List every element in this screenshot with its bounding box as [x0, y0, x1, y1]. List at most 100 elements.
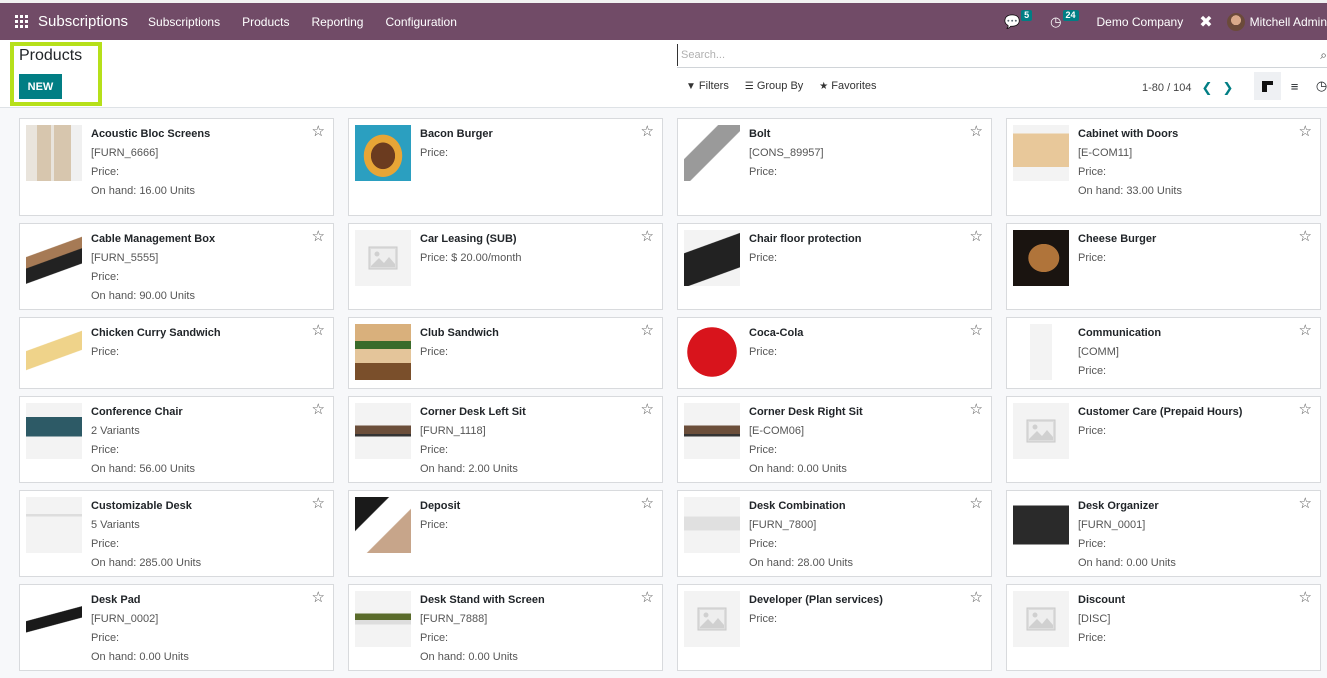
search-icon[interactable]: ⌕: [1320, 48, 1327, 63]
favorite-star-icon[interactable]: ☆: [312, 590, 325, 605]
layers-icon: ☰: [744, 80, 754, 92]
product-details: Cabinet with Doors [E-COM11] Price: On hand…: [1078, 125, 1312, 209]
product-card[interactable]: Conference Chair 2 Variants Price: On hand:…: [19, 396, 334, 483]
menu-subscriptions[interactable]: Subscriptions: [148, 15, 220, 29]
product-info-line: Price:: [91, 271, 120, 283]
product-info-line: Price:: [1078, 632, 1107, 644]
favorite-star-icon[interactable]: ☆: [970, 229, 983, 244]
activity-view-button[interactable]: ◷: [1308, 72, 1327, 100]
favorite-star-icon[interactable]: ☆: [1299, 323, 1312, 338]
product-image: [26, 125, 82, 181]
product-card[interactable]: Corner Desk Right Sit [E-COM06] Price: On h…: [677, 396, 992, 483]
product-name: Customer Care (Prepaid Hours): [1078, 406, 1243, 418]
product-card[interactable]: Deposit Price: ☆: [348, 490, 663, 577]
product-card[interactable]: Bacon Burger Price: ☆: [348, 118, 663, 216]
product-card[interactable]: Customer Care (Prepaid Hours) Price: ☆: [1006, 396, 1321, 483]
favorite-star-icon[interactable]: ☆: [641, 229, 654, 244]
company-switcher[interactable]: Demo Company: [1097, 15, 1184, 29]
app-brand[interactable]: Subscriptions: [38, 13, 128, 30]
product-card[interactable]: Chair floor protection Price: ☆: [677, 223, 992, 310]
product-details: Cable Management Box [FURN_5555] Price: On …: [91, 230, 325, 303]
menu-products[interactable]: Products: [242, 15, 289, 29]
product-card[interactable]: Desk Organizer [FURN_0001] Price: On hand: …: [1006, 490, 1321, 577]
favorite-star-icon[interactable]: ☆: [641, 323, 654, 338]
favorite-star-icon[interactable]: ☆: [312, 402, 325, 417]
new-button[interactable]: NEW: [19, 74, 62, 99]
product-card[interactable]: Acoustic Bloc Screens [FURN_6666] Price: On…: [19, 118, 334, 216]
pager-previous-icon[interactable]: ❮: [1202, 80, 1213, 96]
main-menu: Subscriptions Products Reporting Configu…: [148, 15, 479, 29]
product-info-line: Price:: [91, 166, 120, 178]
product-card[interactable]: Discount [DISC] Price: ☆: [1006, 584, 1321, 671]
favorite-star-icon[interactable]: ☆: [970, 590, 983, 605]
product-info-line: On hand: 56.00 Units: [91, 463, 195, 475]
kanban-view-button[interactable]: [1254, 72, 1281, 100]
product-card[interactable]: Cheese Burger Price: ☆: [1006, 223, 1321, 310]
product-card[interactable]: Corner Desk Left Sit [FURN_1118] Price: On …: [348, 396, 663, 483]
product-image: [1013, 497, 1069, 553]
favorite-star-icon[interactable]: ☆: [641, 496, 654, 511]
product-info-line: On hand: 16.00 Units: [91, 185, 195, 197]
product-name: Cabinet with Doors: [1078, 128, 1179, 140]
favorite-star-icon[interactable]: ☆: [970, 402, 983, 417]
product-info-line: Price:: [91, 346, 120, 358]
product-card[interactable]: Desk Pad [FURN_0002] Price: On hand: 0.00 U…: [19, 584, 334, 671]
favorite-star-icon[interactable]: ☆: [641, 402, 654, 417]
product-card[interactable]: Chicken Curry Sandwich Price: ☆: [19, 317, 334, 389]
favorite-star-icon[interactable]: ☆: [1299, 229, 1312, 244]
user-avatar[interactable]: [1226, 12, 1245, 31]
product-image: [355, 324, 411, 380]
favorites-button[interactable]: ★ Favorites: [819, 80, 876, 92]
product-info-line: Price:: [749, 538, 778, 550]
page-title: Products: [19, 47, 83, 64]
menu-configuration[interactable]: Configuration: [385, 15, 456, 29]
product-card[interactable]: Car Leasing (SUB) Price: $ 20.00/month ☆: [348, 223, 663, 310]
favorite-star-icon[interactable]: ☆: [1299, 124, 1312, 139]
product-name: Bolt: [749, 128, 771, 140]
favorite-star-icon[interactable]: ☆: [970, 124, 983, 139]
search-bar: ⌕: [677, 44, 1327, 68]
product-info-line: On hand: 0.00 Units: [1078, 557, 1176, 569]
user-menu[interactable]: Mitchell Admin: [1250, 15, 1327, 29]
product-card[interactable]: Desk Combination [FURN_7800] Price: On hand…: [677, 490, 992, 577]
product-info-line: On hand: 0.00 Units: [420, 651, 518, 663]
activities-button[interactable]: ◷ 24: [1050, 10, 1079, 30]
favorite-star-icon[interactable]: ☆: [1299, 590, 1312, 605]
menu-reporting[interactable]: Reporting: [311, 15, 363, 29]
product-image: [26, 403, 82, 459]
product-info-line: Price:: [1078, 425, 1107, 437]
product-card[interactable]: Bolt [CONS_89957] Price: ☆: [677, 118, 992, 216]
product-name: Desk Pad: [91, 594, 141, 606]
favorite-star-icon[interactable]: ☆: [1299, 402, 1312, 417]
apps-menu-icon[interactable]: [15, 15, 28, 28]
product-card[interactable]: Developer (Plan services) Price: ☆: [677, 584, 992, 671]
debug-tools-icon[interactable]: ✖: [1199, 12, 1212, 32]
product-card[interactable]: Customizable Desk 5 Variants Price: On hand…: [19, 490, 334, 577]
product-card[interactable]: Club Sandwich Price: ☆: [348, 317, 663, 389]
product-card[interactable]: Communication [COMM] Price: ☆: [1006, 317, 1321, 389]
product-info-line: Price:: [1078, 365, 1107, 377]
product-card[interactable]: Cable Management Box [FURN_5555] Price: On …: [19, 223, 334, 310]
favorite-star-icon[interactable]: ☆: [641, 124, 654, 139]
pager-next-icon[interactable]: ❯: [1222, 80, 1233, 96]
product-info-line: Price:: [91, 444, 120, 456]
favorite-star-icon[interactable]: ☆: [312, 496, 325, 511]
favorite-star-icon[interactable]: ☆: [312, 323, 325, 338]
product-image: [355, 125, 411, 181]
list-view-button[interactable]: ≡: [1281, 72, 1308, 100]
product-card[interactable]: Cabinet with Doors [E-COM11] Price: On hand…: [1006, 118, 1321, 216]
product-card[interactable]: Coca-Cola Price: ☆: [677, 317, 992, 389]
favorite-star-icon[interactable]: ☆: [970, 323, 983, 338]
search-input[interactable]: [677, 44, 1297, 66]
product-image: [684, 497, 740, 553]
filters-button[interactable]: ▼ Filters: [686, 80, 729, 92]
favorite-star-icon[interactable]: ☆: [641, 590, 654, 605]
favorite-star-icon[interactable]: ☆: [312, 124, 325, 139]
favorite-star-icon[interactable]: ☆: [1299, 496, 1312, 511]
group-by-button[interactable]: ☰ Group By: [745, 80, 803, 92]
product-card[interactable]: Desk Stand with Screen [FURN_7888] Price: O…: [348, 584, 663, 671]
pager-value[interactable]: 1-80 / 104: [1142, 82, 1192, 94]
messages-button[interactable]: 💬 5: [1004, 10, 1033, 30]
favorite-star-icon[interactable]: ☆: [970, 496, 983, 511]
favorite-star-icon[interactable]: ☆: [312, 229, 325, 244]
